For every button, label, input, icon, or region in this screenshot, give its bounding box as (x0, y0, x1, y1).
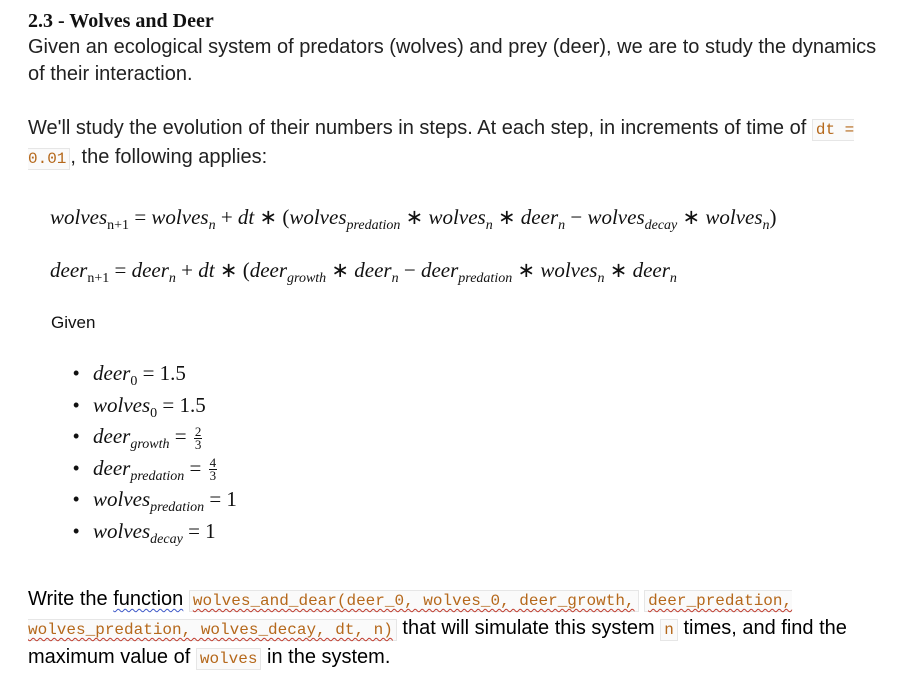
steps-text: We'll study the evolution of their numbe… (28, 117, 812, 139)
eq1-term-sub: n (208, 218, 216, 234)
given-item: deergrowth = 23 (73, 421, 237, 453)
fraction-denominator: 3 (209, 468, 217, 484)
given-item: deerpredation = 43 (73, 453, 237, 485)
eq2-dt: dt (198, 258, 215, 282)
eq1-factor3: wolves (705, 205, 763, 229)
given-var: wolves (93, 487, 151, 511)
given-item: wolves0 = 1.5 (73, 390, 237, 422)
given-item: wolvesdecay = 1 (73, 516, 237, 548)
eq2-factor: deer (354, 258, 392, 282)
given-var: wolves (93, 392, 151, 417)
wolves-update-equation: wolvesn+1 = wolvesn + dt ∗ (wolvespredat… (50, 205, 777, 234)
eq1-decay: wolves (587, 205, 645, 229)
eq2-factor2-sub: n (597, 271, 605, 287)
given-value: 1.5 (179, 392, 206, 417)
task-text: Write the (28, 588, 114, 610)
eq1-lhs: wolves (50, 205, 108, 229)
given-item: deer0 = 1.5 (73, 358, 237, 390)
eq1-rate: wolves (289, 205, 347, 229)
given-var: deer (93, 424, 131, 448)
eq2-factor3: deer (632, 258, 670, 282)
task-text: in the system. (261, 646, 391, 668)
eq1-lhs-sub: n+1 (107, 218, 130, 234)
eq2-predation: deer (420, 258, 459, 282)
eq2-lhs: deer (50, 258, 88, 282)
given-value: 1 (226, 487, 237, 511)
fraction-denominator: 3 (194, 436, 202, 452)
task-text-function: function (113, 588, 184, 610)
given-fraction: 23 (193, 425, 203, 452)
eq1-factor: wolves (428, 205, 486, 229)
eq1-decay-sub: decay (644, 218, 678, 234)
given-label: Given (51, 313, 96, 332)
wolves-code: wolves (195, 648, 262, 670)
section-heading: 2.3 - Wolves and Deer (28, 10, 214, 32)
given-var: wolves (93, 518, 151, 543)
steps-text-after: , the following applies: (70, 146, 268, 168)
task-paragraph: Write the function wolves_and_dear(deer_… (28, 586, 888, 673)
given-sub: predation (150, 500, 205, 516)
eq2-factor3-sub: n (669, 271, 677, 287)
task-text: that will simulate this system (396, 617, 661, 639)
eq2-factor2: wolves (540, 258, 598, 282)
eq1-dt: dt (237, 205, 255, 229)
given-sub: decay (150, 531, 183, 547)
function-signature-code: wolves_and_dear(deer_0, wolves_0, deer_g… (188, 590, 639, 612)
steps-paragraph: We'll study the evolution of their numbe… (28, 115, 888, 173)
eq1-factor2: deer (520, 205, 559, 229)
eq2-term: deer (131, 258, 169, 282)
deer-update-equation: deern+1 = deern + dt ∗ (deergrowth ∗ dee… (50, 258, 677, 287)
given-sub: growth (130, 437, 170, 453)
given-fraction: 43 (208, 456, 218, 484)
eq2-rate-sub: growth (287, 271, 327, 287)
eq1-factor2-sub: n (558, 218, 566, 234)
given-value: 1.5 (159, 361, 186, 385)
given-list: deer0 = 1.5 wolves0 = 1.5 deergrowth = 2… (73, 358, 237, 547)
eq1-factor3-sub: n (762, 218, 770, 234)
given-sub: predation (130, 468, 185, 484)
eq2-factor-sub: n (391, 271, 399, 287)
n-code: n (660, 619, 678, 641)
given-var: deer (93, 361, 131, 385)
given-item: wolvespredation = 1 (73, 484, 237, 516)
eq1-rate-sub: predation (346, 218, 401, 234)
document-body: 2.3 - Wolves and Deer Given an ecologica… (28, 8, 888, 173)
eq1-factor-sub: n (485, 218, 493, 234)
eq2-lhs-sub: n+1 (87, 271, 110, 287)
eq2-term-sub: n (168, 271, 176, 287)
eq2-predation-sub: predation (458, 271, 513, 287)
given-var: deer (93, 455, 131, 480)
intro-paragraph: Given an ecological system of predators … (28, 36, 877, 85)
eq1-term: wolves (151, 205, 209, 229)
given-value: 1 (205, 518, 216, 543)
eq2-rate: deer (249, 258, 288, 282)
